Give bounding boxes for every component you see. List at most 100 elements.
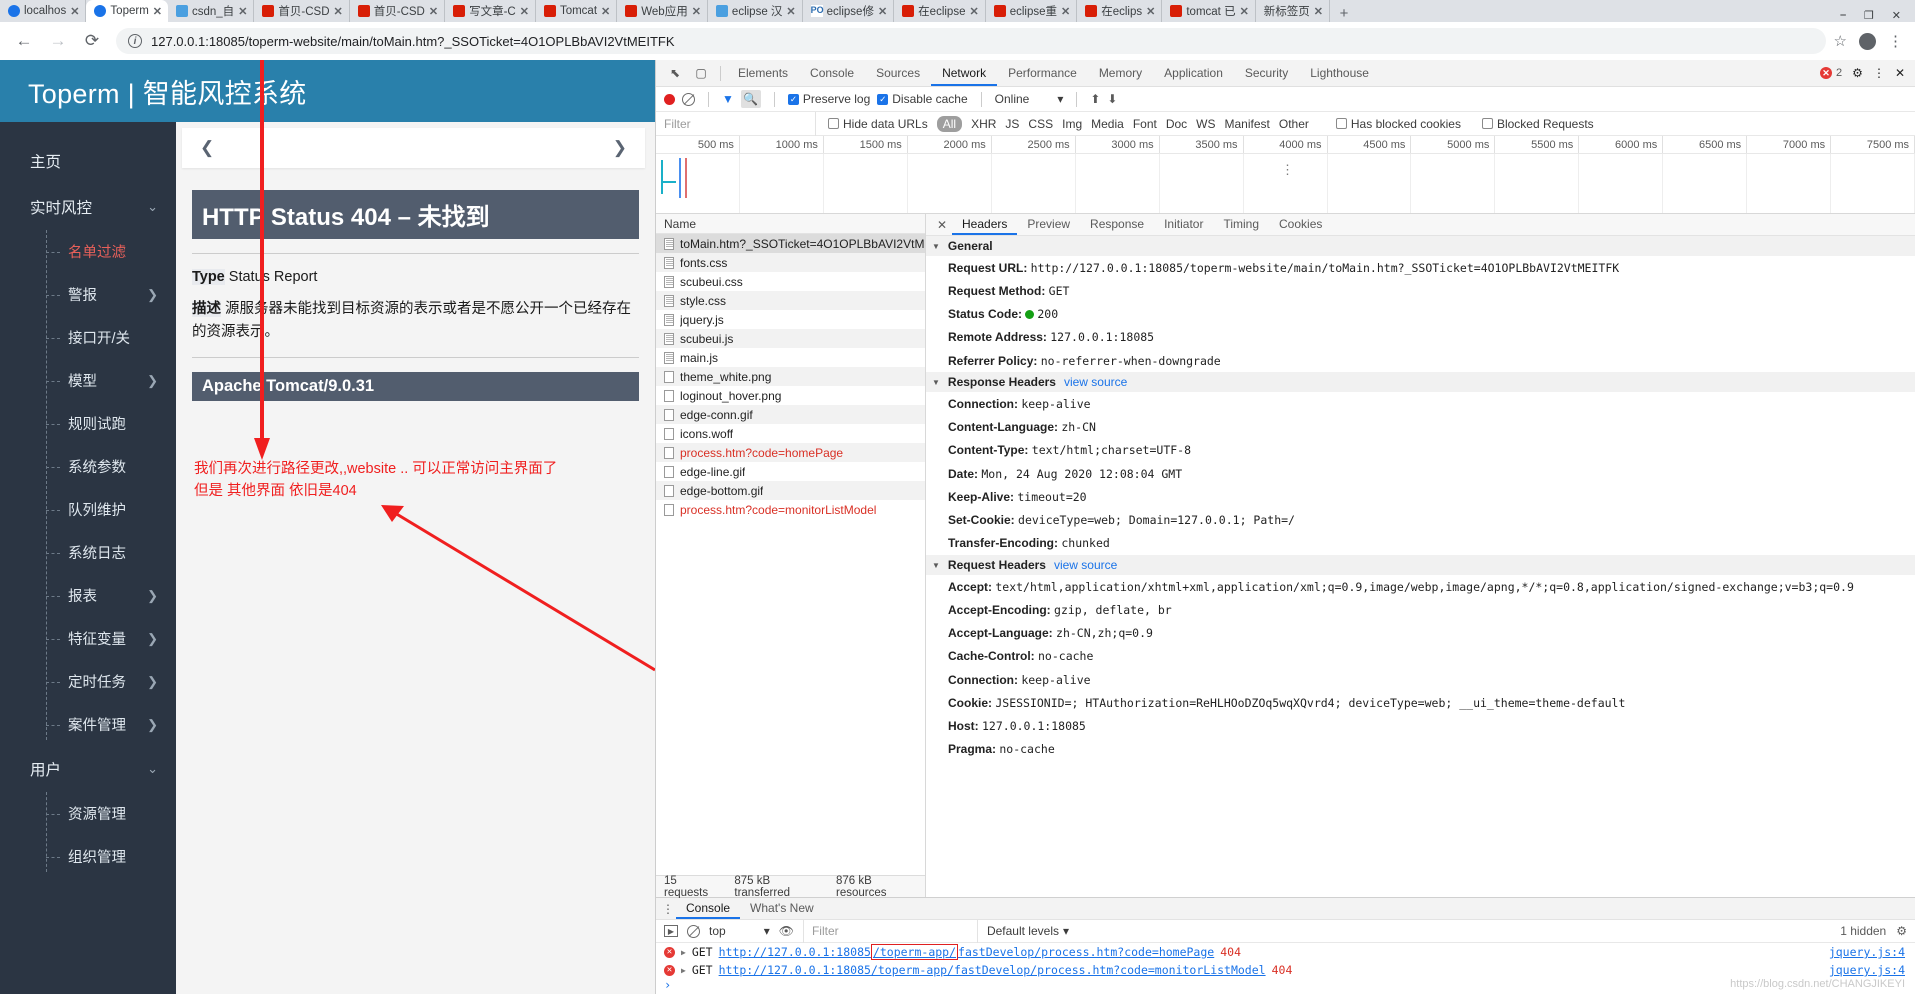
tab-close-icon[interactable]: ✕ [1240,5,1249,18]
tab-close-icon[interactable]: ✕ [878,5,887,18]
record-button[interactable] [664,93,675,105]
drawer-tab-what-s-new[interactable]: What's New [740,898,824,919]
sidebar-group-14[interactable]: 用户 ⌄ [0,746,176,792]
browser-tab[interactable]: localhos ✕ [0,0,87,22]
section-header[interactable]: ▼ Request Headers view source [926,555,1915,575]
request-row[interactable]: scubeui.css [656,272,925,291]
import-har-icon[interactable]: ⬆ [1090,92,1100,106]
sidebar-item-10[interactable]: 报表 ❯ [0,574,176,617]
resource-filter-font[interactable]: Font [1133,117,1157,131]
back-icon[interactable]: ← [8,26,40,56]
devtools-tab-memory[interactable]: Memory [1088,60,1153,86]
view-source-link[interactable]: view source [1064,375,1127,389]
resource-filter-all[interactable]: All [936,115,963,132]
sidebar-item-0[interactable]: 主页 [0,138,176,184]
new-tab-button[interactable]: + [1330,5,1358,22]
error-count-badge[interactable]: ✕ 2 [1820,67,1842,79]
devtools-close-icon[interactable]: ✕ [1895,66,1905,80]
clear-console-icon[interactable] [687,924,700,938]
resource-filter-manifest[interactable]: Manifest [1225,117,1270,131]
window-close-button[interactable]: ✕ [1892,9,1901,22]
request-row[interactable]: scubeui.js [656,329,925,348]
section-header[interactable]: ▼ Response Headers view source [926,372,1915,393]
browser-tab[interactable]: Tomcat ✕ [536,0,618,22]
sidebar-item-13[interactable]: 案件管理 ❯ [0,703,176,746]
tab-close-icon[interactable]: ✕ [153,5,162,18]
view-source-link[interactable]: view source [1054,558,1117,572]
browser-tab[interactable]: 在eclips ✕ [1077,0,1163,22]
sidebar-item-12[interactable]: 定时任务 ❯ [0,660,176,703]
devtools-tab-elements[interactable]: Elements [727,60,799,86]
breadcrumb-prev-icon[interactable]: ❮ [200,138,214,158]
resource-filter-ws[interactable]: WS [1196,117,1215,131]
console-settings-icon[interactable]: ⚙ [1896,924,1907,938]
detail-tab-preview[interactable]: Preview [1017,214,1080,235]
browser-tab[interactable]: eclipse 汉 ✕ [708,0,803,22]
request-row[interactable]: edge-line.gif [656,462,925,481]
devtools-menu-icon[interactable]: ⋮ [1873,66,1885,80]
console-url-link[interactable]: http://127.0.0.1:18085/toperm-app/fastDe… [719,944,1214,960]
request-row[interactable]: edge-bottom.gif [656,481,925,500]
profile-avatar[interactable] [1859,32,1876,50]
minimize-button[interactable]: ⎯ [1840,9,1846,22]
devtools-settings-icon[interactable]: ⚙ [1852,66,1863,80]
disable-cache-checkbox[interactable]: ✓ Disable cache [877,92,968,106]
console-source-link[interactable]: jquery.js:4 [1829,963,1915,977]
devtools-tab-lighthouse[interactable]: Lighthouse [1299,60,1380,86]
request-row[interactable]: fonts.css [656,253,925,272]
detail-close-icon[interactable]: ✕ [932,218,952,232]
browser-tab[interactable]: Web应用 ✕ [617,0,708,22]
devtools-tab-performance[interactable]: Performance [997,60,1088,86]
request-row[interactable]: icons.woff [656,424,925,443]
request-row[interactable]: edge-conn.gif [656,405,925,424]
resource-filter-xhr[interactable]: XHR [971,117,996,131]
request-row[interactable]: main.js [656,348,925,367]
sidebar-item-2[interactable]: 名单过滤 [0,230,176,273]
browser-tab[interactable]: eclipse重 ✕ [986,0,1078,22]
devtools-tab-network[interactable]: Network [931,60,998,86]
network-filter-input[interactable]: Filter [656,111,816,136]
expand-icon[interactable]: ▶ [681,948,686,957]
resource-filter-js[interactable]: JS [1005,117,1019,131]
console-source-link[interactable]: jquery.js:4 [1829,945,1915,959]
sidebar-item-7[interactable]: 系统参数 [0,445,176,488]
bookmark-star-icon[interactable]: ☆ [1834,32,1847,50]
console-message[interactable]: ✕ ▶ GET http://127.0.0.1:18085/toperm-app/f… [656,961,1915,978]
console-url-link[interactable]: http://127.0.0.1:18085/toperm-app/fastDe… [719,963,1266,977]
detail-tab-initiator[interactable]: Initiator [1154,214,1213,235]
browser-menu-icon[interactable]: ⋮ [1888,32,1903,50]
console-filter-input[interactable]: Filter [802,919,978,943]
sidebar-item-3[interactable]: 警报 ❯ [0,273,176,316]
request-row[interactable]: process.htm?code=homePage [656,443,925,462]
sidebar-item-8[interactable]: 队列维护 [0,488,176,531]
throttling-select[interactable]: Online ▾ [995,92,1064,106]
reload-icon[interactable]: ⟳ [76,26,108,56]
page-info-icon[interactable]: i [128,34,142,48]
devtools-tab-security[interactable]: Security [1234,60,1299,86]
sidebar-item-9[interactable]: 系统日志 [0,531,176,574]
requests-list[interactable]: toMain.htm?_SSOTicket=4O1OPLBbAVI2VtMEIT… [656,234,925,875]
browser-tab[interactable]: 首贝-CSD ✕ [254,0,350,22]
section-header[interactable]: ▼ General [926,236,1915,256]
devtools-tab-sources[interactable]: Sources [865,60,931,86]
address-bar[interactable]: i 127.0.0.1:18085/toperm-website/main/to… [116,28,1826,54]
network-overview[interactable]: 500 ms 1000 ms 1500 ms 2000 ms 2500 ms 3000 m… [656,136,1915,214]
detail-tab-headers[interactable]: Headers [952,214,1018,235]
sidebar-item-15[interactable]: 资源管理 [0,792,176,835]
console-prompt[interactable]: › [656,978,1915,994]
browser-tab[interactable]: PO eclipse修 ✕ [803,0,895,22]
drawer-menu-icon[interactable]: ⋮ [660,902,676,916]
search-icon[interactable]: 🔍 [740,90,761,108]
browser-tab[interactable]: 新标签页 ✕ [1256,0,1331,22]
resource-filter-other[interactable]: Other [1279,117,1309,131]
request-row[interactable]: toMain.htm?_SSOTicket=4O1OPLBbAVI2VtMEIT… [656,234,925,253]
tab-close-icon[interactable]: ✕ [1146,5,1155,18]
request-row[interactable]: style.css [656,291,925,310]
devtools-tab-console[interactable]: Console [799,60,865,86]
detail-tab-cookies[interactable]: Cookies [1269,214,1332,235]
devtools-tab-application[interactable]: Application [1153,60,1234,86]
browser-tab[interactable]: 写文章-C ✕ [445,0,536,22]
sidebar-item-4[interactable]: 接口开/关 [0,316,176,359]
tab-close-icon[interactable]: ✕ [601,5,610,18]
device-toolbar-icon[interactable]: ▢ [688,61,714,85]
